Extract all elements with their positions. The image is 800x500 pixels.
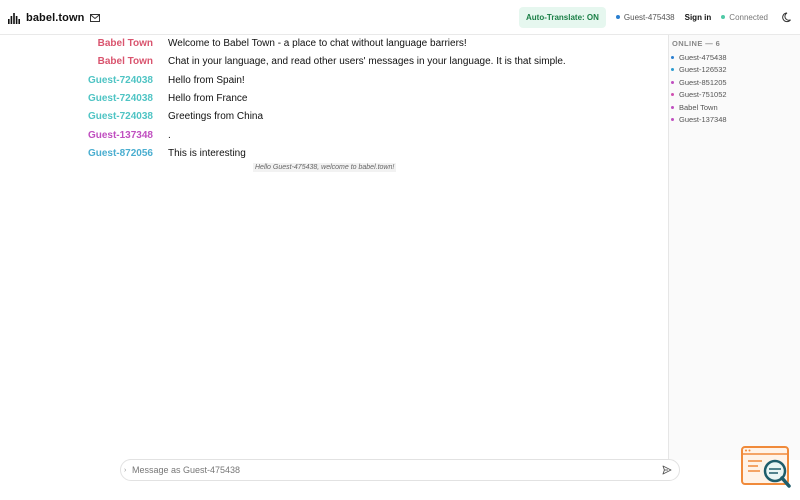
chat-log[interactable]: Babel Town Welcome to Babel Town - a pla… (0, 35, 668, 460)
message-text: Chat in your language, and read other us… (168, 55, 566, 67)
online-user-name: Babel Town (679, 102, 718, 112)
online-user[interactable]: Guest-137348 (671, 114, 799, 127)
online-user-name: Guest-137348 (679, 115, 727, 125)
connection-status-text: Connected (729, 12, 768, 22)
chat-message: Guest-872056 This is interesting (0, 144, 668, 162)
online-user[interactable]: Guest-475438 (671, 51, 799, 64)
user-dot (671, 68, 674, 72)
message-author[interactable]: Guest-872056 (0, 148, 153, 159)
user-dot (671, 80, 674, 84)
chat-message: Guest-724038 Hello from France (0, 89, 668, 107)
header-actions: Auto-Translate: ON Guest-475438 Sign in … (519, 6, 800, 28)
online-user[interactable]: Guest-126532 (671, 64, 799, 77)
search-code-widget-icon[interactable] (740, 445, 792, 490)
online-user-name: Guest-475438 (679, 52, 727, 62)
online-user-list: Guest-475438 Guest-126532 Guest-851205 G… (671, 51, 799, 126)
user-dot (671, 93, 674, 97)
chat-message: Babel Town Chat in your language, and re… (0, 52, 668, 70)
chat-message: Babel Town Welcome to Babel Town - a pla… (0, 34, 668, 52)
message-author[interactable]: Guest-724038 (0, 75, 153, 86)
message-input[interactable] (132, 465, 662, 475)
send-icon[interactable] (662, 465, 672, 475)
message-text: . (168, 129, 171, 141)
message-author[interactable]: Babel Town (0, 56, 153, 67)
user-dot (671, 105, 674, 109)
message-author[interactable]: Guest-724038 (0, 93, 153, 104)
moon-icon[interactable] (782, 11, 794, 23)
message-text: Hello from France (168, 92, 248, 104)
bars-logo-icon (8, 13, 20, 24)
chat-message: Guest-724038 Greetings from China (0, 107, 668, 125)
message-text: Greetings from China (168, 110, 264, 122)
message-composer: › (120, 459, 680, 481)
chat-message: Guest-724038 Hello from Spain! (0, 71, 668, 89)
message-text: Welcome to Babel Town - a place to chat … (168, 37, 467, 49)
current-user: Guest-475438 (615, 12, 675, 22)
user-dot (671, 118, 674, 122)
message-author[interactable]: Guest-137348 (0, 130, 153, 141)
online-user[interactable]: Guest-851205 (671, 76, 799, 89)
online-user[interactable]: Guest-751052 (671, 89, 799, 102)
online-user-name: Guest-851205 (679, 77, 727, 87)
message-author[interactable]: Babel Town (0, 38, 153, 49)
online-users-panel: ONLINE — 6 Guest-475438 Guest-126532 Gue… (668, 35, 800, 460)
connected-dot (721, 15, 726, 19)
sign-in-link[interactable]: Sign in (685, 13, 712, 22)
current-user-name: Guest-475438 (623, 12, 675, 22)
chevron-right-icon: › (124, 466, 127, 474)
mail-icon[interactable] (90, 14, 101, 22)
online-user-name: Guest-126532 (679, 65, 727, 75)
online-user[interactable]: Babel Town (671, 101, 799, 114)
user-dot (671, 55, 674, 59)
brand[interactable]: babel.town (8, 10, 101, 26)
system-welcome-message: Hello Guest-475438, welcome to babel.tow… (253, 163, 397, 172)
user-status-dot (615, 15, 620, 19)
online-count-heading: ONLINE — 6 (672, 39, 721, 48)
app-header: babel.town Auto-Translate: ON Guest-4754… (0, 0, 800, 35)
connection-status: Connected (721, 13, 768, 22)
brand-name: babel.town (26, 12, 85, 24)
message-author[interactable]: Guest-724038 (0, 111, 153, 122)
message-text: Hello from Spain! (168, 74, 245, 86)
message-text: This is interesting (168, 147, 246, 159)
auto-translate-toggle[interactable]: Auto-Translate: ON (519, 6, 606, 28)
online-user-name: Guest-751052 (679, 90, 727, 100)
chat-message: Guest-137348 . (0, 126, 668, 144)
